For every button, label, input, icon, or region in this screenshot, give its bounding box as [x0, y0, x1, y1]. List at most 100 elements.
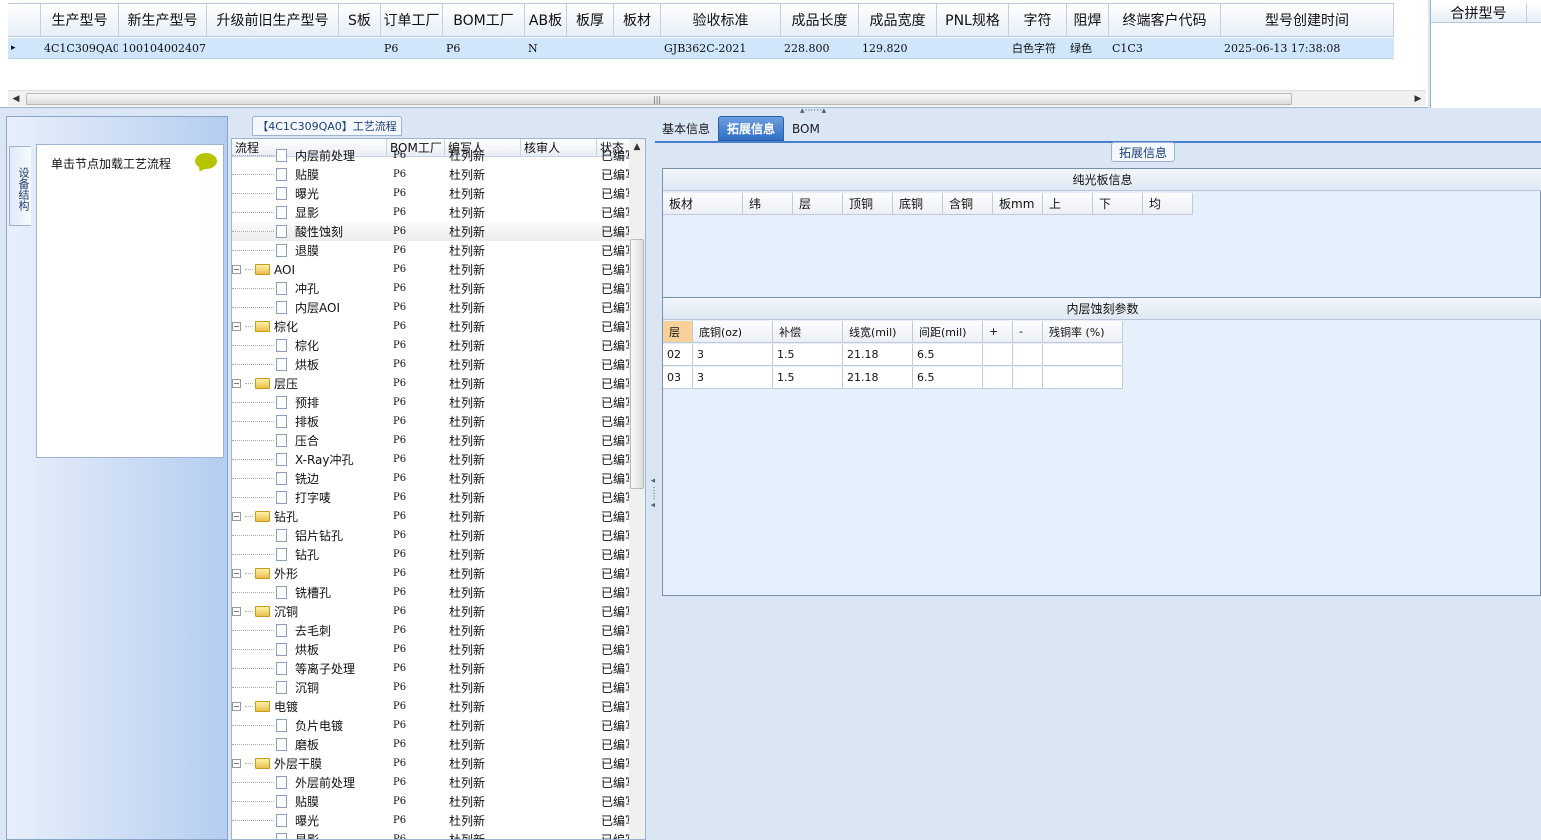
scroll-left-icon[interactable]: ◀ — [8, 91, 24, 107]
tree-row[interactable]: 压合 P6 杜列新 已编写 — [232, 431, 632, 450]
horizontal-splitter[interactable]: ▴······▴ — [0, 106, 1541, 116]
tree-row[interactable]: 显影 P6 杜列新 已编写 — [232, 830, 632, 839]
column-header[interactable]: 板厚 — [567, 4, 614, 36]
plain-board-column-header[interactable]: 下 — [1093, 193, 1143, 214]
tree-node[interactable]: 排板 — [232, 412, 387, 431]
table-cell[interactable]: 129.820 — [859, 38, 937, 58]
etch-column-header[interactable]: 层 — [663, 321, 693, 342]
etch-cell[interactable]: 1.5 — [773, 367, 843, 388]
table-cell[interactable]: 4C1C309QA0 — [41, 38, 119, 58]
table-cell[interactable]: GJB362C-2021 — [661, 38, 781, 58]
tab-bom[interactable]: BOM — [784, 116, 828, 141]
collapse-icon[interactable]: − — [232, 607, 241, 616]
tree-row[interactable]: 磨板 P6 杜列新 已编写 — [232, 735, 632, 754]
tree-row[interactable]: 棕化 P6 杜列新 已编写 — [232, 336, 632, 355]
tree-row[interactable]: − 棕化 P6 杜列新 已编写 — [232, 317, 632, 336]
column-header[interactable]: 新生产型号 — [119, 4, 207, 36]
tree-node[interactable]: 压合 — [232, 431, 387, 450]
tree-row[interactable]: 显影 P6 杜列新 已编写 — [232, 203, 632, 222]
table-cell[interactable] — [614, 38, 661, 58]
tree-node[interactable]: − 外层干膜 — [232, 754, 387, 773]
tree-row[interactable]: 钻孔 P6 杜列新 已编写 — [232, 545, 632, 564]
etch-column-header[interactable]: 线宽(mil) — [843, 321, 913, 342]
tree-node[interactable]: − 钻孔 — [232, 507, 387, 526]
tree-row[interactable]: 排板 P6 杜列新 已编写 — [232, 412, 632, 431]
tree-row[interactable]: − 电镀 P6 杜列新 已编写 — [232, 697, 632, 716]
tree-node[interactable]: 打字唛 — [232, 488, 387, 507]
table-cell[interactable] — [937, 38, 1009, 58]
column-header[interactable]: S板 — [339, 4, 381, 36]
tree-row[interactable]: − 外层干膜 P6 杜列新 已编写 — [232, 754, 632, 773]
tree-node[interactable]: 内层AOI — [232, 298, 387, 317]
tree-node[interactable]: 铝片钻孔 — [232, 526, 387, 545]
column-header[interactable]: 终端客户代码 — [1109, 4, 1221, 36]
tab-equipment-structure[interactable]: 设备结构 — [9, 146, 31, 226]
row-indicator-icon[interactable]: ▸ — [8, 38, 41, 58]
table-cell[interactable]: P6 — [443, 38, 525, 58]
tree-node[interactable]: 沉铜 — [232, 678, 387, 697]
collapse-icon[interactable]: − — [232, 379, 241, 388]
table-cell[interactable]: C1C3 — [1109, 38, 1221, 58]
tree-row[interactable]: − 外形 P6 杜列新 已编写 — [232, 564, 632, 583]
collapse-icon[interactable]: − — [232, 322, 241, 331]
etch-cell[interactable]: 6.5 — [913, 344, 983, 365]
etch-column-header[interactable]: 残铜率 (%) — [1043, 321, 1123, 342]
tree-row[interactable]: 负片电镀 P6 杜列新 已编写 — [232, 716, 632, 735]
table-cell[interactable]: 2025-06-13 17:38:08 — [1221, 38, 1394, 58]
etch-cell[interactable]: 02 — [663, 344, 693, 365]
etch-cell[interactable] — [1043, 367, 1123, 388]
collapse-icon[interactable]: − — [232, 569, 241, 578]
tree-node[interactable]: 曝光 — [232, 811, 387, 830]
tree-node[interactable]: 内层前处理 — [232, 146, 387, 165]
etch-column-header[interactable]: 底铜(oz) — [693, 321, 773, 342]
tree-node[interactable]: − 棕化 — [232, 317, 387, 336]
etch-cell[interactable] — [1013, 344, 1043, 365]
tree-node[interactable]: 曝光 — [232, 184, 387, 203]
tree-node[interactable]: 去毛刺 — [232, 621, 387, 640]
tree-node[interactable]: 棕化 — [232, 336, 387, 355]
horizontal-scrollbar[interactable]: ◀ ||| ▶ — [8, 90, 1426, 106]
tree-row[interactable]: 去毛刺 P6 杜列新 已编写 — [232, 621, 632, 640]
column-header[interactable]: 合拼型号 — [1431, 3, 1527, 22]
plain-board-column-header[interactable]: 含铜 — [943, 193, 993, 214]
vertical-splitter[interactable]: ◂·····◂ — [647, 116, 658, 840]
tree-node[interactable]: − 电镀 — [232, 697, 387, 716]
tree-row[interactable]: − 沉铜 P6 杜列新 已编写 — [232, 602, 632, 621]
scroll-right-icon[interactable]: ▶ — [1410, 91, 1426, 107]
etch-cell[interactable]: 21.18 — [843, 344, 913, 365]
tree-row[interactable]: 贴膜 P6 杜列新 已编写 — [232, 792, 632, 811]
tree-node[interactable]: − 沉铜 — [232, 602, 387, 621]
tree-node[interactable]: 酸性蚀刻 — [232, 222, 387, 241]
tree-row[interactable]: − AOI P6 杜列新 已编写 — [232, 260, 632, 279]
tree-row[interactable]: X-Ray冲孔 P6 杜列新 已编写 — [232, 450, 632, 469]
tree-row[interactable]: 沉铜 P6 杜列新 已编写 — [232, 678, 632, 697]
tree-node[interactable]: 磨板 — [232, 735, 387, 754]
column-header[interactable]: PNL规格 — [937, 4, 1009, 36]
column-header[interactable]: 阻焊 — [1067, 4, 1109, 36]
plain-board-column-header[interactable]: 板mm — [993, 193, 1043, 214]
row-selector-header[interactable] — [8, 4, 41, 36]
column-header[interactable]: 生产型号 — [41, 4, 119, 36]
column-header[interactable]: 成品宽度 — [859, 4, 937, 36]
tree-row[interactable]: 铣槽孔 P6 杜列新 已编写 — [232, 583, 632, 602]
etch-column-header[interactable]: 补偿 — [773, 321, 843, 342]
etch-row[interactable]: 02 3 1.5 21.18 6.5 — [663, 344, 1123, 366]
vertical-scrollbar[interactable]: ▲ — [629, 139, 645, 839]
column-header[interactable]: 验收标准 — [661, 4, 781, 36]
column-header[interactable]: 板材 — [614, 4, 661, 36]
tree-node[interactable]: 冲孔 — [232, 279, 387, 298]
etch-cell[interactable] — [1013, 367, 1043, 388]
collapse-icon[interactable]: − — [232, 702, 241, 711]
tree-row[interactable]: 打字唛 P6 杜列新 已编写 — [232, 488, 632, 507]
scrollbar-thumb[interactable] — [630, 239, 644, 489]
table-cell[interactable]: 10010400240733 — [119, 38, 207, 58]
table-cell[interactable]: N — [525, 38, 567, 58]
tree-row[interactable]: − 钻孔 P6 杜列新 已编写 — [232, 507, 632, 526]
tree-row[interactable]: 铝片钻孔 P6 杜列新 已编写 — [232, 526, 632, 545]
tree-node[interactable]: 铣边 — [232, 469, 387, 488]
etch-cell[interactable]: 3 — [693, 344, 773, 365]
etch-cell[interactable]: 21.18 — [843, 367, 913, 388]
tree-row[interactable]: 曝光 P6 杜列新 已编写 — [232, 184, 632, 203]
tree-node[interactable]: X-Ray冲孔 — [232, 450, 387, 469]
tree-node[interactable]: 烘板 — [232, 640, 387, 659]
